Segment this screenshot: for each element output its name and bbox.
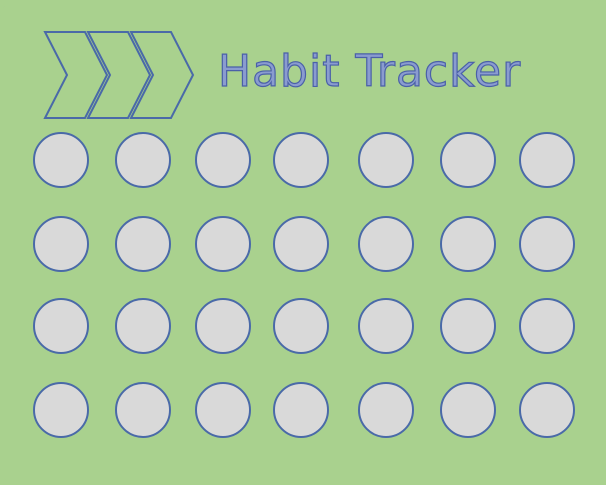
habit-day-circle[interactable] — [33, 132, 89, 188]
habit-day-circle[interactable] — [195, 216, 251, 272]
habit-day-circle[interactable] — [115, 382, 171, 438]
habit-day-circle[interactable] — [115, 298, 171, 354]
habit-day-circle[interactable] — [273, 382, 329, 438]
habit-day-circle[interactable] — [358, 298, 414, 354]
habit-day-circle[interactable] — [195, 382, 251, 438]
habit-day-circle[interactable] — [358, 216, 414, 272]
habit-day-circle[interactable] — [519, 216, 575, 272]
habit-day-circle[interactable] — [273, 298, 329, 354]
habit-day-circle[interactable] — [440, 298, 496, 354]
habit-day-circle[interactable] — [440, 132, 496, 188]
habit-tracker-card: Habit Tracker — [0, 0, 606, 485]
habit-day-circle[interactable] — [195, 132, 251, 188]
habit-day-circle[interactable] — [33, 382, 89, 438]
habit-day-circle[interactable] — [33, 298, 89, 354]
habit-day-circle[interactable] — [115, 132, 171, 188]
habit-day-circle[interactable] — [519, 298, 575, 354]
habit-day-circle[interactable] — [440, 382, 496, 438]
habit-day-circle[interactable] — [358, 382, 414, 438]
habit-day-circle[interactable] — [273, 216, 329, 272]
habit-day-circle[interactable] — [519, 132, 575, 188]
habit-day-circle[interactable] — [115, 216, 171, 272]
habit-day-circle[interactable] — [440, 216, 496, 272]
habit-day-circle[interactable] — [33, 216, 89, 272]
habit-grid — [0, 0, 606, 485]
habit-day-circle[interactable] — [358, 132, 414, 188]
habit-day-circle[interactable] — [519, 382, 575, 438]
habit-day-circle[interactable] — [273, 132, 329, 188]
habit-day-circle[interactable] — [195, 298, 251, 354]
